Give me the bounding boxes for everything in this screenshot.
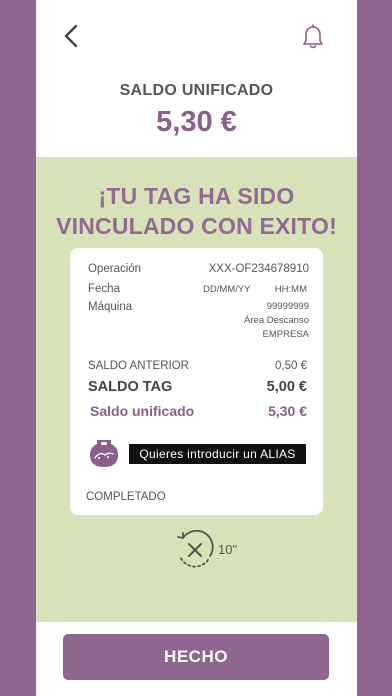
- success-line-2: VINCULADO CON EXITO!: [56, 213, 337, 239]
- fecha-label: Fecha: [88, 283, 120, 295]
- hecho-button[interactable]: HECHO: [63, 634, 329, 680]
- fecha-date: DD/MM/YY: [203, 284, 251, 295]
- success-panel: ¡TU TAG HA SIDO VINCULADO CON EXITO! Ope…: [36, 157, 357, 622]
- saldo-tag-label: SALDO TAG: [88, 379, 173, 395]
- success-headline: ¡TU TAG HA SIDO VINCULADO CON EXITO!: [36, 181, 357, 241]
- maquina-area: Área Descanso: [244, 315, 309, 326]
- chevron-left-icon[interactable]: [60, 22, 84, 50]
- operacion-value: XXX-OF234678910: [208, 263, 309, 275]
- success-line-1: ¡TU TAG HA SIDO: [98, 183, 295, 209]
- app-screen: SALDO UNIFICADO 5,30 € ¡TU TAG HA SIDO V…: [36, 0, 357, 696]
- saldo-unificado-label: SALDO UNIFICADO: [119, 82, 274, 99]
- saldo-anterior-label: SALDO ANTERIOR: [88, 360, 189, 372]
- timer-cancel-icon: [177, 530, 214, 568]
- maquina-company: EMPRESA: [262, 329, 309, 340]
- status-completado: COMPLETADO: [86, 491, 166, 503]
- maquina-label: Máquina: [88, 301, 133, 313]
- receipt-card: Operación XXX-OF234678910 Fecha DD/MM/YY…: [70, 248, 323, 515]
- saldo-unificado-value: 5,30 €: [156, 106, 237, 138]
- tag-logo-icon: [90, 440, 118, 467]
- alias-button[interactable]: Quieres introducir un ALIAS: [129, 444, 306, 464]
- bell-icon[interactable]: [302, 24, 324, 50]
- operacion-label: Operación: [88, 263, 142, 275]
- timer-countdown: 10": [218, 542, 238, 557]
- saldo-unificado-row-label: Saldo unificado: [90, 403, 195, 419]
- saldo-unificado-row-value: 5,30 €: [268, 403, 307, 419]
- saldo-tag-value: 5,00 €: [266, 379, 307, 395]
- saldo-anterior-value: 0,50 €: [275, 360, 307, 372]
- top-bar: [36, 0, 357, 72]
- maquina-id: 99999999: [266, 301, 309, 312]
- fecha-time: HH:MM: [274, 284, 307, 295]
